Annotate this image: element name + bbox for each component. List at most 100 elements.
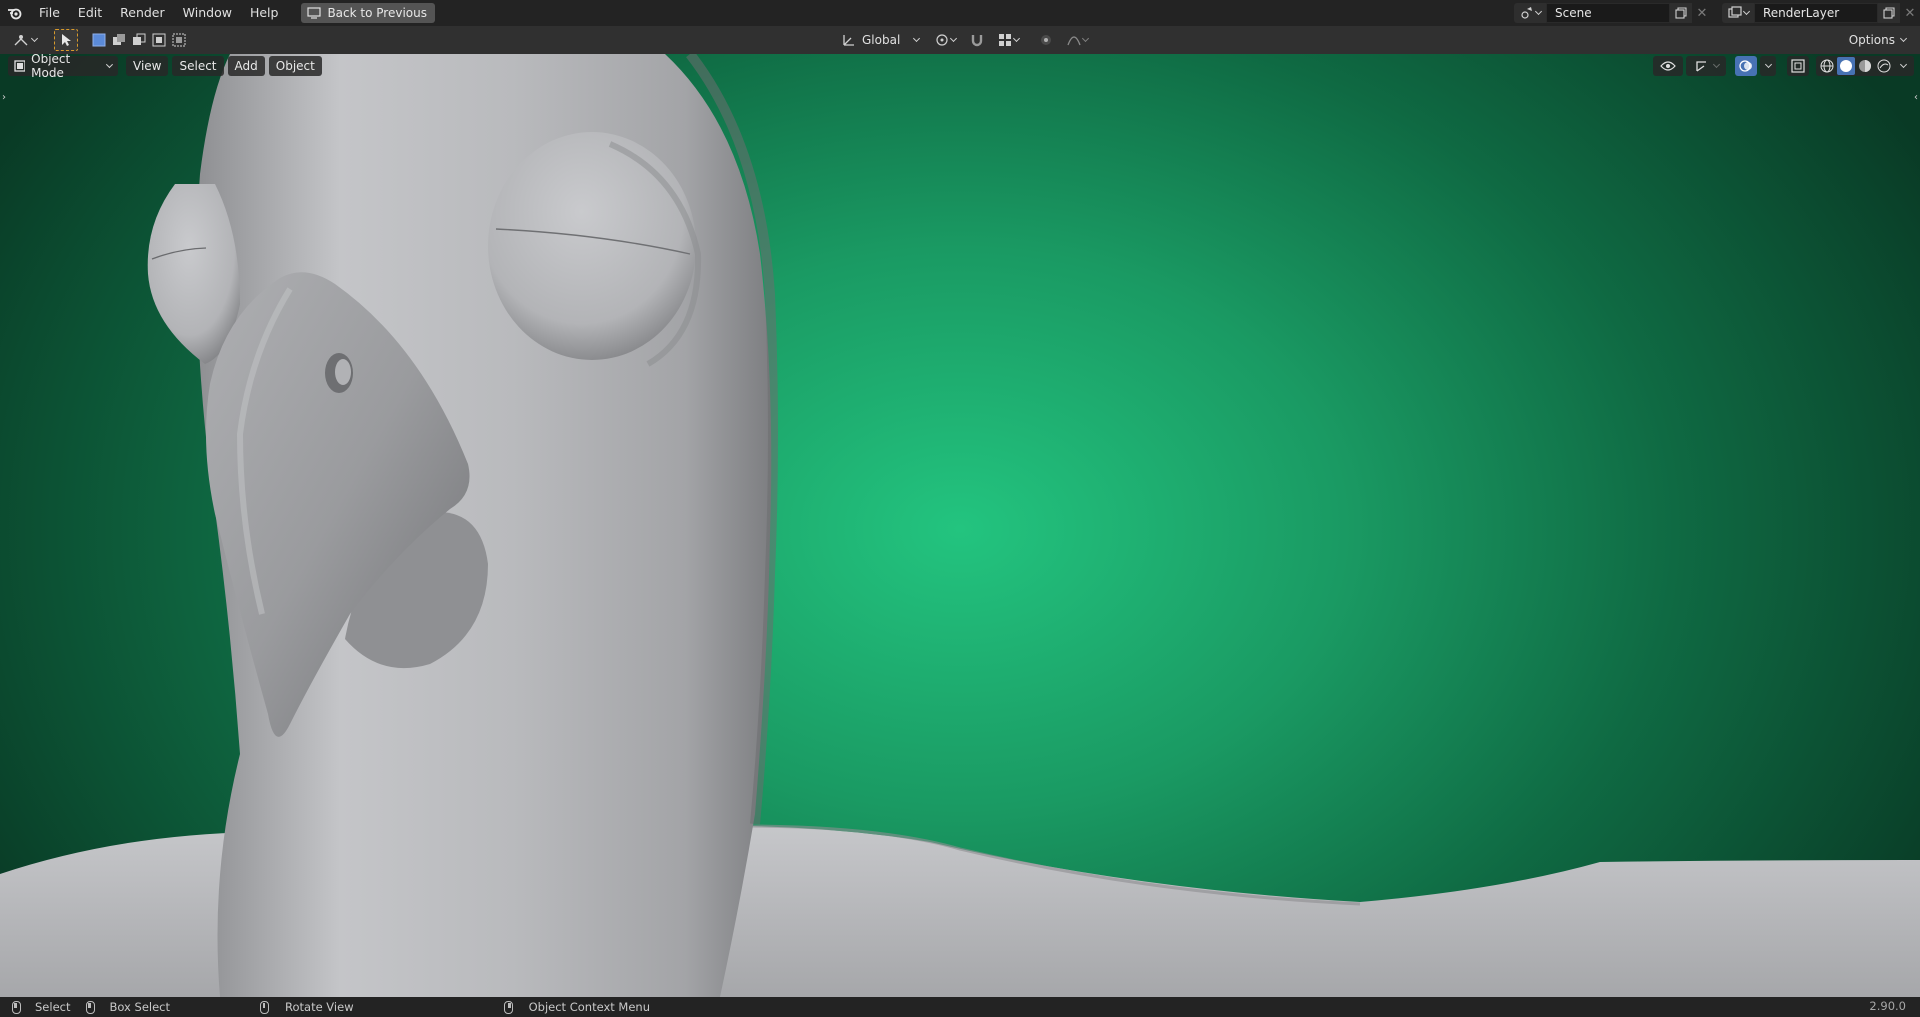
orientation-label: Global bbox=[862, 33, 901, 47]
status-box-select-hint: Box Select bbox=[86, 1000, 170, 1014]
options-label: Options bbox=[1848, 33, 1895, 47]
chevron-down-icon bbox=[1899, 34, 1908, 42]
rendered-sphere-icon bbox=[1877, 59, 1891, 73]
editor-type-selector[interactable] bbox=[8, 30, 42, 50]
remove-scene-close-icon[interactable]: ✕ bbox=[1692, 3, 1712, 23]
snap-toggle[interactable] bbox=[966, 30, 988, 50]
selection-mode-group bbox=[90, 31, 188, 49]
select-extend-mode-button[interactable] bbox=[110, 31, 128, 49]
select-subtract-icon bbox=[133, 33, 146, 45]
proportional-edit-icon bbox=[1041, 35, 1052, 45]
chevron-down-icon bbox=[1082, 34, 1090, 42]
render-layer-selector: RenderLayer ✕ bbox=[1722, 3, 1920, 23]
wireframe-shading-button[interactable] bbox=[1818, 57, 1836, 75]
proportional-falloff-dropdown[interactable] bbox=[1063, 30, 1092, 50]
chevron-down-icon bbox=[106, 60, 114, 68]
select-new-mode-button[interactable] bbox=[90, 31, 108, 49]
screen-icon bbox=[307, 7, 322, 19]
chevron-down-icon bbox=[1899, 60, 1907, 68]
copy-icon bbox=[1675, 7, 1687, 19]
mouse-middle-icon bbox=[260, 1000, 269, 1014]
falloff-curve-icon bbox=[1067, 36, 1081, 46]
scene-icon bbox=[1520, 7, 1532, 19]
rendered-shading-button[interactable] bbox=[1875, 57, 1893, 75]
select-invert-icon bbox=[152, 33, 166, 47]
viewport-header: Object Mode View Select Add Object bbox=[8, 54, 322, 80]
new-render-layer-button[interactable] bbox=[1878, 3, 1900, 23]
options-dropdown[interactable]: Options bbox=[1843, 30, 1912, 50]
interaction-mode-label: Object Mode bbox=[31, 54, 71, 80]
snap-grid-icon bbox=[999, 34, 1012, 46]
3d-viewport[interactable]: › ‹ Object Mode View Select Add Object bbox=[0, 54, 1920, 997]
chevron-down-icon bbox=[1013, 34, 1021, 42]
status-context-menu-hint: Object Context Menu bbox=[503, 1000, 650, 1014]
menu-edit[interactable]: Edit bbox=[69, 2, 111, 24]
axes-icon bbox=[843, 35, 854, 46]
transform-orientation-dropdown[interactable]: Global bbox=[836, 30, 925, 50]
select-tool-button[interactable] bbox=[54, 29, 78, 51]
material-sphere-icon bbox=[1859, 60, 1871, 72]
viewport-menu-select[interactable]: Select bbox=[172, 56, 224, 76]
select-extend-icon bbox=[113, 34, 125, 45]
cursor-arrow-icon bbox=[62, 34, 71, 46]
material-preview-shading-button[interactable] bbox=[1856, 57, 1874, 75]
back-to-previous-button[interactable]: Back to Previous bbox=[301, 3, 435, 23]
snap-target-dropdown[interactable] bbox=[994, 30, 1023, 50]
viewport-menu-object[interactable]: Object bbox=[268, 56, 322, 76]
gizmo-toggle[interactable] bbox=[1686, 56, 1726, 76]
scene-selector: Scene ✕ bbox=[1514, 3, 1712, 23]
scene-browse-button[interactable] bbox=[1514, 3, 1546, 23]
blender-logo-icon[interactable] bbox=[0, 0, 30, 26]
status-select-hint: Select bbox=[12, 1000, 70, 1014]
select-subtract-mode-button[interactable] bbox=[130, 31, 148, 49]
scene-name-field[interactable]: Scene bbox=[1546, 3, 1670, 23]
chevron-down-icon bbox=[1534, 7, 1542, 15]
remove-render-layer-close-icon[interactable]: ✕ bbox=[1900, 3, 1920, 23]
solid-shading-button[interactable] bbox=[1837, 57, 1855, 75]
selectability-visibility-dropdown[interactable] bbox=[1653, 56, 1683, 76]
object-mode-icon bbox=[14, 60, 26, 72]
menu-file[interactable]: File bbox=[30, 2, 69, 24]
xray-icon bbox=[1791, 59, 1805, 73]
select-intersect-mode-button[interactable] bbox=[170, 31, 188, 49]
viewport-menu-add[interactable]: Add bbox=[227, 56, 265, 76]
render-layer-browse-button[interactable] bbox=[1722, 3, 1754, 23]
top-menu-bar: File Edit Render Window Help Back to Pre… bbox=[0, 0, 1920, 26]
status-rotate-view-label: Rotate View bbox=[285, 1000, 354, 1014]
back-to-previous-label: Back to Previous bbox=[327, 6, 427, 20]
new-scene-button[interactable] bbox=[1670, 3, 1692, 23]
eye-icon bbox=[1660, 61, 1676, 71]
shading-mode-group bbox=[1816, 56, 1914, 76]
xray-toggle[interactable] bbox=[1787, 56, 1809, 76]
status-select-label: Select bbox=[35, 1000, 71, 1014]
overlays-dropdown[interactable] bbox=[1760, 56, 1776, 76]
wireframe-sphere-icon bbox=[1820, 59, 1834, 73]
chevron-down-icon bbox=[913, 34, 921, 42]
shading-options-dropdown[interactable] bbox=[1894, 57, 1912, 75]
menu-render[interactable]: Render bbox=[111, 2, 174, 24]
copy-icon bbox=[1883, 7, 1895, 19]
left-toolbar-expand-icon[interactable]: › bbox=[2, 92, 6, 103]
pivot-point-dropdown[interactable] bbox=[931, 30, 960, 50]
chevron-down-icon bbox=[1742, 7, 1750, 15]
status-context-menu-label: Object Context Menu bbox=[528, 1000, 650, 1014]
overlays-toggle[interactable] bbox=[1735, 56, 1757, 76]
viewport-header-right bbox=[1653, 56, 1914, 76]
viewport-menu-view[interactable]: View bbox=[126, 56, 169, 76]
chevron-down-icon bbox=[1712, 60, 1720, 68]
version-label: 2.90.0 bbox=[1869, 999, 1906, 1013]
gizmo-icon bbox=[1695, 61, 1706, 72]
proportional-editing-toggle[interactable] bbox=[1035, 30, 1057, 50]
right-sidebar-expand-icon[interactable]: ‹ bbox=[1914, 92, 1918, 103]
interaction-mode-dropdown[interactable]: Object Mode bbox=[8, 54, 118, 80]
chevron-down-icon bbox=[950, 34, 958, 42]
status-box-select-label: Box Select bbox=[109, 1000, 170, 1014]
render-layer-name-field[interactable]: RenderLayer bbox=[1754, 3, 1878, 23]
select-invert-mode-button[interactable] bbox=[150, 31, 168, 49]
viewport-scene-render bbox=[0, 54, 1920, 997]
overlays-icon bbox=[1739, 60, 1752, 72]
menu-window[interactable]: Window bbox=[174, 2, 241, 24]
solid-sphere-icon bbox=[1840, 60, 1852, 72]
menu-help[interactable]: Help bbox=[241, 2, 288, 24]
editor-type-icon bbox=[14, 35, 28, 46]
